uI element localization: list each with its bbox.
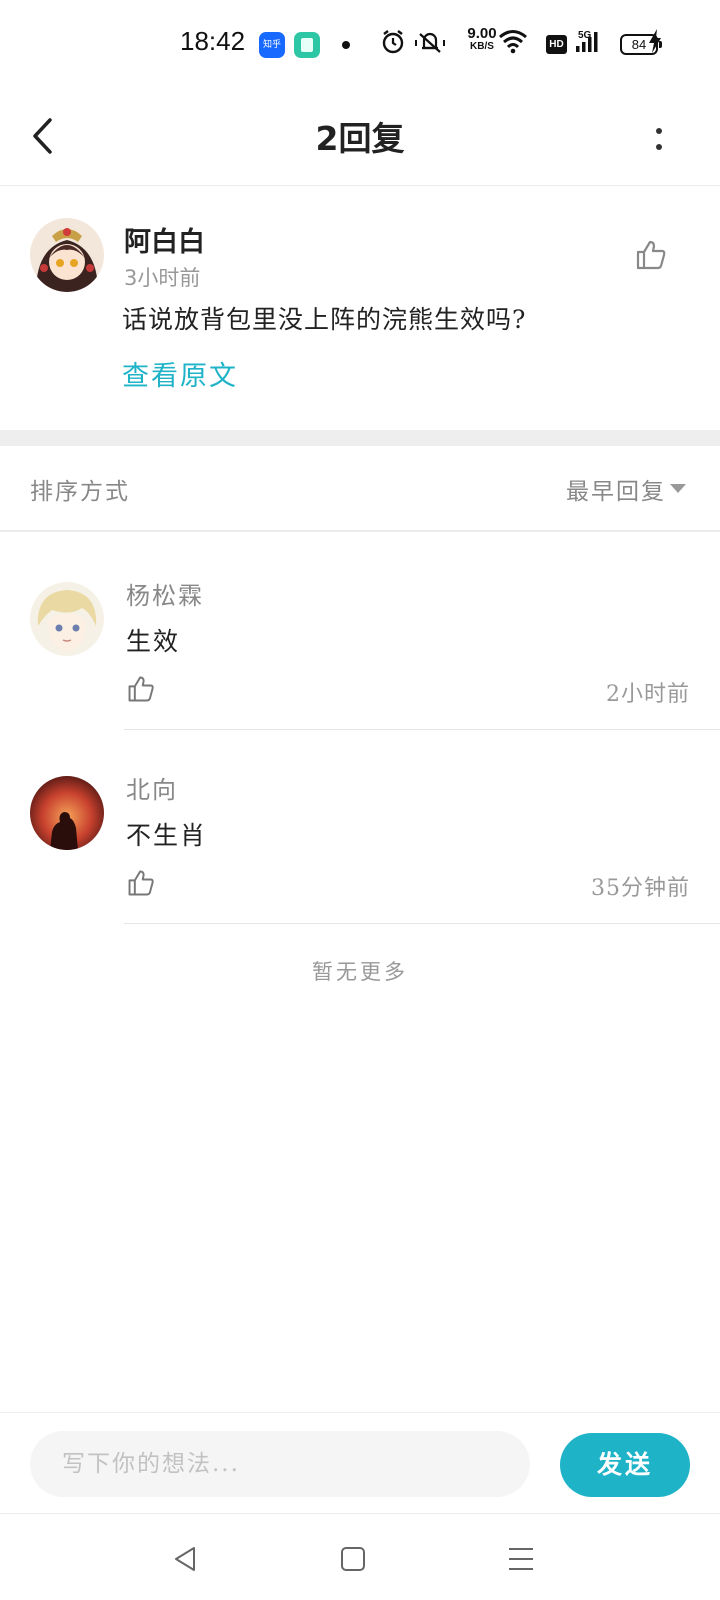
avatar[interactable] [30, 582, 104, 656]
avatar-image [30, 218, 104, 292]
thumbs-up-icon [128, 676, 154, 702]
zhihu-app-icon: 知乎 [259, 32, 285, 58]
send-button[interactable]: 发送 [560, 1433, 690, 1497]
no-more-text: 暂无更多 [312, 960, 408, 984]
author-name[interactable]: 阿白白 [124, 220, 205, 259]
reply-text: 生效 [126, 627, 181, 656]
menu-lines-icon [509, 1548, 533, 1570]
charging-bolt-icon [649, 29, 661, 53]
avatar[interactable] [30, 218, 104, 292]
reply-text: 不生肖 [126, 821, 208, 850]
avatar-image [30, 582, 104, 656]
alarm-icon [382, 30, 404, 54]
like-button[interactable] [126, 868, 156, 898]
status-bar: 18:42 知乎 9.00 KB/S HD 5G 84 [0, 0, 720, 90]
nav-home-button[interactable] [338, 1544, 368, 1574]
sort-bar: 排序方式 最早回复 [0, 446, 720, 532]
page-title: 2回复 [315, 119, 405, 158]
section-divider [0, 430, 720, 446]
wifi-icon [499, 30, 527, 54]
reply-item: 北向 不生肖 35分钟前 [0, 728, 720, 924]
vertical-dots-icon [656, 144, 662, 150]
view-original-link[interactable]: 查看原文 [122, 354, 238, 393]
network-speed: 9.00 KB/S [462, 25, 502, 53]
nav-back-button[interactable] [170, 1544, 200, 1574]
reply-item: 杨松霖 生效 2小时前 [0, 534, 720, 730]
vertical-dots-icon [656, 128, 662, 134]
avatar-image [30, 776, 104, 850]
reply-input[interactable] [30, 1431, 530, 1497]
reply-divider [124, 923, 720, 924]
original-comment: 阿白白 3小时前 话说放背包里没上阵的浣熊生效吗? 查看原文 [0, 186, 720, 430]
sort-dropdown[interactable]: 最早回复 [566, 472, 666, 506]
thumbs-up-icon [636, 240, 666, 270]
system-nav-bar [0, 1514, 720, 1600]
thumbs-up-icon [128, 870, 154, 896]
reply-author[interactable]: 杨松霖 [126, 576, 204, 611]
notification-dot-icon [342, 41, 350, 49]
reader-app-icon [294, 32, 320, 58]
network-speed-unit: KB/S [470, 41, 494, 52]
vibrate-mute-icon [415, 32, 445, 53]
network-speed-value: 9.00 [467, 25, 497, 42]
sort-label: 排序方式 [30, 479, 130, 505]
post-time: 3小时前 [124, 266, 201, 290]
like-button[interactable] [126, 674, 156, 704]
more-options-button[interactable] [644, 114, 674, 164]
signal-icon [576, 32, 598, 52]
like-button[interactable] [634, 238, 668, 272]
comment-text: 话说放背包里没上阵的浣熊生效吗? [122, 305, 527, 334]
reply-time: 35分钟前 [591, 876, 690, 901]
app-header: 2回复 [0, 90, 720, 186]
nav-menu-button[interactable] [506, 1544, 536, 1574]
composer-bar: 发送 [0, 1412, 720, 1514]
hd-badge: HD [546, 35, 567, 54]
reply-time: 2小时前 [606, 682, 690, 707]
avatar[interactable] [30, 776, 104, 850]
dropdown-caret-icon[interactable] [670, 484, 686, 493]
reply-author[interactable]: 北向 [126, 770, 178, 805]
triangle-back-icon [175, 1547, 195, 1571]
status-time: 18:42 [180, 26, 246, 56]
square-home-icon [341, 1547, 365, 1571]
